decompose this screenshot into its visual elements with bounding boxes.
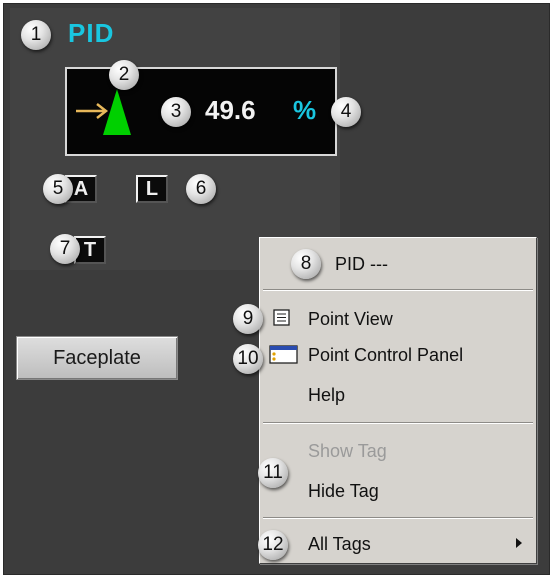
menu-item-show-tag: Show Tag xyxy=(308,441,387,461)
submenu-arrow-icon xyxy=(516,538,522,548)
menu-item-hide-tag[interactable]: Hide Tag xyxy=(308,481,379,502)
callout-4: 4 xyxy=(331,97,361,127)
callout-3: 3 xyxy=(161,97,191,127)
callout-6: 6 xyxy=(186,174,216,204)
menu-separator xyxy=(263,289,533,291)
callout-1: 1 xyxy=(21,20,51,50)
point-title[interactable]: PID xyxy=(68,18,114,49)
callout-11: 11 xyxy=(258,458,288,488)
callout-10: 10 xyxy=(233,344,263,374)
menu-item-all-tags[interactable]: All Tags xyxy=(308,534,371,555)
point-view-icon xyxy=(273,309,290,326)
local-mode-button[interactable]: L xyxy=(136,175,168,203)
callout-8: 8 xyxy=(291,249,321,279)
process-value: 49.6 xyxy=(205,95,256,125)
callout-7: 7 xyxy=(50,234,80,264)
callout-5: 5 xyxy=(43,174,73,204)
unit-label: % xyxy=(293,95,317,125)
callout-9: 9 xyxy=(233,304,263,334)
faceplate-button[interactable]: Faceplate xyxy=(16,336,178,380)
context-menu: PID --- Point View Point Control Panel H… xyxy=(259,237,537,564)
menu-item-point-view[interactable]: Point View xyxy=(308,309,393,330)
menu-separator xyxy=(263,517,533,519)
control-panel-icon xyxy=(269,345,298,364)
menu-header: PID --- xyxy=(335,254,388,274)
menu-item-help[interactable]: Help xyxy=(308,385,345,406)
callout-12: 12 xyxy=(258,530,288,560)
menu-item-point-control-panel[interactable]: Point Control Panel xyxy=(308,345,463,366)
menu-separator xyxy=(263,422,533,424)
setpoint-indicator-icon xyxy=(76,89,131,135)
callout-2: 2 xyxy=(109,60,139,90)
